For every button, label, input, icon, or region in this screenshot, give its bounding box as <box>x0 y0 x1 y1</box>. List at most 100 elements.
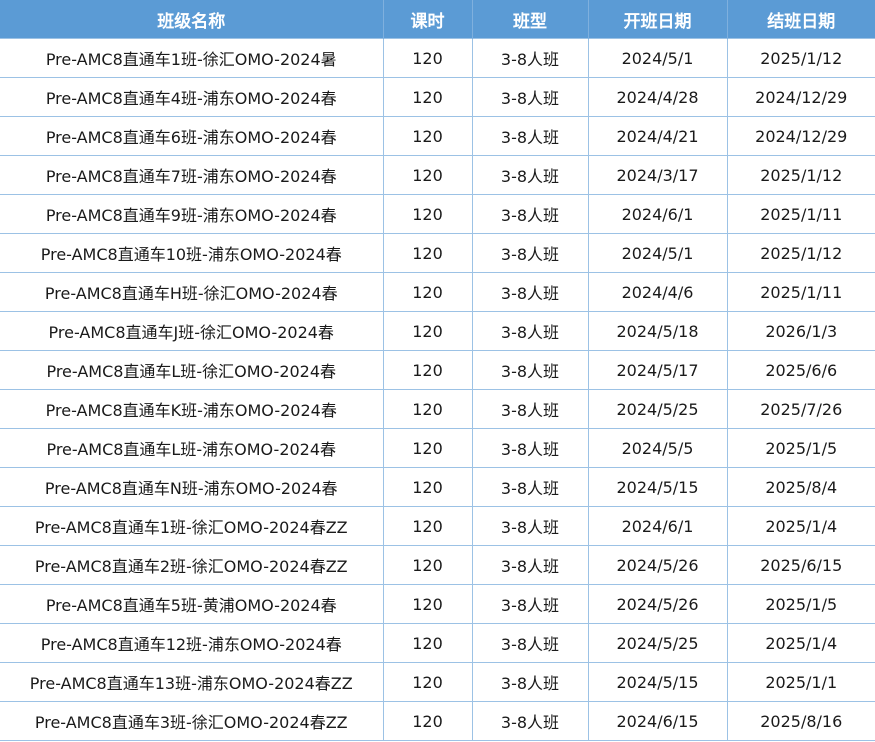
cell-hours: 120 <box>383 623 473 663</box>
cell-hours: 120 <box>383 116 473 156</box>
cell-end-date: 2024/12/29 <box>727 77 875 117</box>
cell-class-name: Pre-AMC8直通车9班-浦东OMO-2024春 <box>0 194 384 234</box>
table-row: Pre-AMC8直通车L班-浦东OMO-2024春 120 3-8人班 2024/5/… <box>0 428 875 468</box>
cell-class-type: 3-8人班 <box>472 38 589 78</box>
cell-class-name: Pre-AMC8直通车L班-徐汇OMO-2024春 <box>0 350 384 390</box>
table-row: Pre-AMC8直通车5班-黄浦OMO-2024春 120 3-8人班 2024/5/… <box>0 584 875 624</box>
cell-start-date: 2024/5/1 <box>588 38 728 78</box>
header-class-name: 班级名称 <box>0 0 384 39</box>
cell-class-type: 3-8人班 <box>472 623 589 663</box>
cell-end-date: 2025/8/4 <box>727 467 875 507</box>
cell-hours: 120 <box>383 272 473 312</box>
cell-start-date: 2024/6/15 <box>588 701 728 741</box>
cell-class-name: Pre-AMC8直通车13班-浦东OMO-2024春ZZ <box>0 662 384 702</box>
header-start-date: 开班日期 <box>588 0 728 39</box>
header-class-type: 班型 <box>472 0 589 39</box>
cell-end-date: 2025/7/26 <box>727 389 875 429</box>
header-end-date: 结班日期 <box>727 0 875 39</box>
cell-start-date: 2024/4/6 <box>588 272 728 312</box>
table-row: Pre-AMC8直通车7班-浦东OMO-2024春 120 3-8人班 2024/3/… <box>0 155 875 195</box>
cell-hours: 120 <box>383 155 473 195</box>
cell-class-type: 3-8人班 <box>472 467 589 507</box>
cell-class-name: Pre-AMC8直通车4班-浦东OMO-2024春 <box>0 77 384 117</box>
cell-class-type: 3-8人班 <box>472 194 589 234</box>
cell-hours: 120 <box>383 506 473 546</box>
header-hours: 课时 <box>383 0 473 39</box>
cell-class-name: Pre-AMC8直通车K班-浦东OMO-2024春 <box>0 389 384 429</box>
table-row: Pre-AMC8直通车13班-浦东OMO-2024春ZZ 120 3-8人班 2024… <box>0 662 875 702</box>
cell-class-type: 3-8人班 <box>472 389 589 429</box>
table-row: Pre-AMC8直通车H班-徐汇OMO-2024春 120 3-8人班 2024/4/… <box>0 272 875 312</box>
cell-start-date: 2024/5/5 <box>588 428 728 468</box>
cell-end-date: 2025/1/1 <box>727 662 875 702</box>
cell-end-date: 2025/1/11 <box>727 272 875 312</box>
table-row: Pre-AMC8直通车10班-浦东OMO-2024春 120 3-8人班 2024/5… <box>0 233 875 273</box>
cell-start-date: 2024/5/17 <box>588 350 728 390</box>
cell-hours: 120 <box>383 428 473 468</box>
cell-hours: 120 <box>383 545 473 585</box>
class-schedule-table: 班级名称 课时 班型 开班日期 结班日期 Pre-AMC8直通车1班-徐汇OMO… <box>0 0 875 741</box>
cell-hours: 120 <box>383 389 473 429</box>
cell-class-type: 3-8人班 <box>472 116 589 156</box>
cell-end-date: 2025/1/12 <box>727 155 875 195</box>
cell-end-date: 2025/1/12 <box>727 38 875 78</box>
cell-class-type: 3-8人班 <box>472 155 589 195</box>
cell-end-date: 2025/1/12 <box>727 233 875 273</box>
cell-end-date: 2025/1/4 <box>727 506 875 546</box>
cell-start-date: 2024/5/18 <box>588 311 728 351</box>
cell-class-type: 3-8人班 <box>472 233 589 273</box>
cell-class-name: Pre-AMC8直通车12班-浦东OMO-2024春 <box>0 623 384 663</box>
table-row: Pre-AMC8直通车L班-徐汇OMO-2024春 120 3-8人班 2024/5/… <box>0 350 875 390</box>
cell-start-date: 2024/5/25 <box>588 389 728 429</box>
cell-end-date: 2025/6/15 <box>727 545 875 585</box>
cell-start-date: 2024/5/15 <box>588 662 728 702</box>
cell-end-date: 2025/1/11 <box>727 194 875 234</box>
cell-hours: 120 <box>383 467 473 507</box>
table-row: Pre-AMC8直通车J班-徐汇OMO-2024春 120 3-8人班 2024/5/… <box>0 311 875 351</box>
cell-class-name: Pre-AMC8直通车L班-浦东OMO-2024春 <box>0 428 384 468</box>
cell-hours: 120 <box>383 233 473 273</box>
cell-hours: 120 <box>383 77 473 117</box>
cell-class-name: Pre-AMC8直通车H班-徐汇OMO-2024春 <box>0 272 384 312</box>
cell-start-date: 2024/3/17 <box>588 155 728 195</box>
table-row: Pre-AMC8直通车N班-浦东OMO-2024春 120 3-8人班 2024/5/… <box>0 467 875 507</box>
cell-end-date: 2025/1/5 <box>727 584 875 624</box>
cell-class-name: Pre-AMC8直通车10班-浦东OMO-2024春 <box>0 233 384 273</box>
cell-class-name: Pre-AMC8直通车1班-徐汇OMO-2024春ZZ <box>0 506 384 546</box>
table-row: Pre-AMC8直通车3班-徐汇OMO-2024春ZZ 120 3-8人班 2024/… <box>0 701 875 741</box>
cell-class-type: 3-8人班 <box>472 584 589 624</box>
header-row: 班级名称 课时 班型 开班日期 结班日期 <box>0 0 875 39</box>
cell-hours: 120 <box>383 38 473 78</box>
cell-class-name: Pre-AMC8直通车7班-浦东OMO-2024春 <box>0 155 384 195</box>
table-row: Pre-AMC8直通车9班-浦东OMO-2024春 120 3-8人班 2024/6/… <box>0 194 875 234</box>
cell-start-date: 2024/5/25 <box>588 623 728 663</box>
cell-class-type: 3-8人班 <box>472 662 589 702</box>
cell-end-date: 2025/8/16 <box>727 701 875 741</box>
cell-start-date: 2024/5/26 <box>588 584 728 624</box>
cell-class-type: 3-8人班 <box>472 545 589 585</box>
cell-class-type: 3-8人班 <box>472 506 589 546</box>
cell-start-date: 2024/5/1 <box>588 233 728 273</box>
table-row: Pre-AMC8直通车K班-浦东OMO-2024春 120 3-8人班 2024/5/… <box>0 389 875 429</box>
table-row: Pre-AMC8直通车4班-浦东OMO-2024春 120 3-8人班 2024/4/… <box>0 77 875 117</box>
cell-hours: 120 <box>383 701 473 741</box>
cell-hours: 120 <box>383 350 473 390</box>
cell-class-name: Pre-AMC8直通车3班-徐汇OMO-2024春ZZ <box>0 701 384 741</box>
cell-class-type: 3-8人班 <box>472 428 589 468</box>
cell-start-date: 2024/5/26 <box>588 545 728 585</box>
cell-end-date: 2025/6/6 <box>727 350 875 390</box>
cell-start-date: 2024/6/1 <box>588 506 728 546</box>
cell-start-date: 2024/4/28 <box>588 77 728 117</box>
cell-class-name: Pre-AMC8直通车1班-徐汇OMO-2024暑 <box>0 38 384 78</box>
cell-class-name: Pre-AMC8直通车5班-黄浦OMO-2024春 <box>0 584 384 624</box>
table-row: Pre-AMC8直通车1班-徐汇OMO-2024暑 120 3-8人班 2024/5/… <box>0 38 875 78</box>
cell-class-type: 3-8人班 <box>472 311 589 351</box>
cell-hours: 120 <box>383 584 473 624</box>
table-row: Pre-AMC8直通车12班-浦东OMO-2024春 120 3-8人班 2024/5… <box>0 623 875 663</box>
cell-class-type: 3-8人班 <box>472 77 589 117</box>
cell-hours: 120 <box>383 194 473 234</box>
cell-end-date: 2025/1/5 <box>727 428 875 468</box>
cell-class-name: Pre-AMC8直通车6班-浦东OMO-2024春 <box>0 116 384 156</box>
cell-end-date: 2026/1/3 <box>727 311 875 351</box>
cell-start-date: 2024/4/21 <box>588 116 728 156</box>
